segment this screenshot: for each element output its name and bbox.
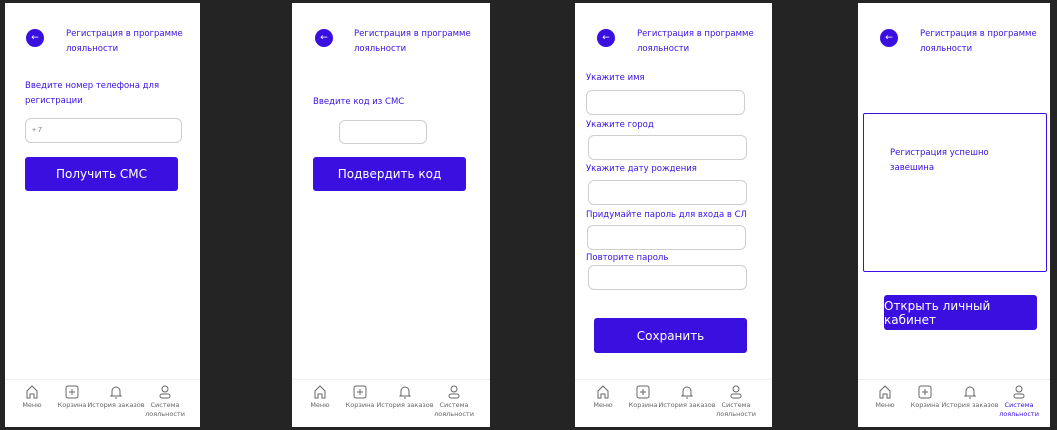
password-input[interactable] <box>587 225 746 250</box>
nav-loyalty[interactable]: Система лояльности <box>706 384 766 419</box>
phone-input[interactable] <box>25 118 182 143</box>
birthdate-input[interactable] <box>588 180 747 205</box>
code-input[interactable] <box>339 120 427 144</box>
page-title: Регистрация в программе лояльности <box>637 29 754 54</box>
save-button[interactable]: Сохранить <box>594 318 747 353</box>
user-icon <box>1013 385 1025 399</box>
success-message: Регистрация успешно завешина <box>890 148 989 173</box>
bottom-nav: Меню Корзина История заказов Система лоя… <box>575 379 772 427</box>
back-button[interactable]: ← <box>880 29 898 47</box>
confirm-code-button[interactable]: Подвердить код <box>313 157 466 191</box>
repeat-password-input[interactable] <box>588 265 747 290</box>
screen-phone: ← Регистрация в программе лояльности Вве… <box>5 3 200 427</box>
name-input[interactable] <box>586 90 745 115</box>
get-sms-button[interactable]: Получить СМС <box>25 157 178 191</box>
name-label: Укажите имя <box>586 73 645 83</box>
bell-icon <box>398 386 412 399</box>
phone-label: Введите номер телефона для регистрации <box>25 81 160 106</box>
page-title: Регистрация в программе лояльности <box>354 29 471 54</box>
screen-profile-form: ← Регистрация в программе лояльности Ука… <box>575 3 772 427</box>
password-label: Придумайте пароль для входа в СЛ <box>586 210 747 220</box>
bell-icon <box>963 386 977 399</box>
page-title: Регистрация в программе лояльности <box>920 29 1037 54</box>
screen-sms-code: ← Регистрация в программе лояльности Вве… <box>292 3 490 427</box>
bottom-nav: Меню Корзина История заказов Система лоя… <box>858 379 1050 427</box>
nav-loyalty[interactable]: Система лояльности <box>135 384 195 419</box>
nav-loyalty[interactable]: Система лояльности <box>989 384 1049 419</box>
birthdate-label: Укажите дату рождения <box>586 164 697 174</box>
plus-square-icon <box>636 385 650 399</box>
screen-success: ← Регистрация в программе лояльности Рег… <box>858 3 1050 427</box>
bell-icon <box>109 386 123 399</box>
plus-square-icon <box>65 385 79 399</box>
user-icon <box>448 385 460 399</box>
city-label: Укажите город <box>586 120 654 130</box>
nav-loyalty[interactable]: Система лояльности <box>424 384 484 419</box>
code-label: Введите код из СМС <box>313 97 405 107</box>
repeat-password-label: Повторите пароль <box>586 253 669 263</box>
open-account-button[interactable]: Открыть личный кабинет <box>884 295 1037 330</box>
back-button[interactable]: ← <box>315 29 333 47</box>
page-title: Регистрация в программе лояльности <box>66 29 183 54</box>
user-icon <box>159 385 171 399</box>
success-card <box>863 113 1047 272</box>
user-icon <box>730 385 742 399</box>
home-icon <box>26 385 38 399</box>
bottom-nav: Меню Корзина История заказов Система лоя… <box>292 379 490 427</box>
back-button[interactable]: ← <box>597 29 615 47</box>
city-input[interactable] <box>588 135 747 160</box>
home-icon <box>597 385 609 399</box>
home-icon <box>314 385 326 399</box>
bottom-nav: Меню Корзина История заказов Система лоя… <box>5 379 200 427</box>
back-button[interactable]: ← <box>26 29 44 47</box>
plus-square-icon <box>918 385 932 399</box>
home-icon <box>879 385 891 399</box>
bell-icon <box>680 386 694 399</box>
plus-square-icon <box>353 385 367 399</box>
